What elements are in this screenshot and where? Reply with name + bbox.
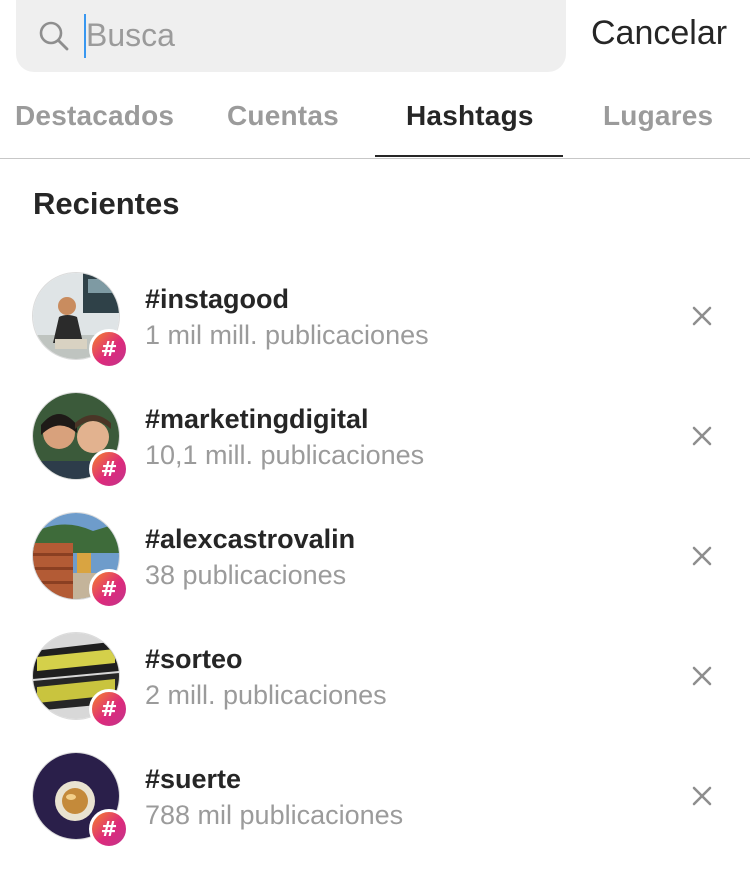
list-item[interactable]: # #instagood 1 mil mill. publicaciones	[0, 272, 750, 392]
search-input[interactable]	[86, 10, 546, 60]
hashtag-badge-icon: #	[89, 569, 129, 609]
hashtag-name: #marketingdigital	[145, 404, 369, 434]
hashtag-avatar: #	[32, 272, 129, 369]
search-box[interactable]	[16, 0, 566, 72]
hashtag-name: #instagood	[145, 284, 290, 314]
active-tab-indicator	[375, 155, 563, 157]
hashtag-badge-icon: #	[89, 689, 129, 729]
hashtag-avatar: #	[32, 632, 129, 729]
hashtag-post-count: 10,1 mill. publicaciones	[145, 440, 425, 470]
tab-lugares[interactable]: Lugares	[603, 100, 713, 132]
hashtag-avatar: #	[32, 512, 129, 609]
close-icon[interactable]	[688, 662, 716, 690]
tab-hashtags[interactable]: Hashtags	[406, 100, 534, 132]
list-item[interactable]: # #sorteo 2 mill. publicaciones	[0, 632, 750, 752]
hashtag-avatar: #	[32, 392, 129, 489]
list-item[interactable]: # #marketingdigital 10,1 mill. publicaci…	[0, 392, 750, 512]
close-icon[interactable]	[688, 542, 716, 570]
hashtag-badge-icon: #	[89, 329, 129, 369]
hashtag-name: #alexcastrovalin	[145, 524, 356, 554]
close-icon[interactable]	[688, 422, 716, 450]
hashtag-post-count: 788 mil publicaciones	[145, 800, 404, 830]
search-bar-row: Cancelar	[0, 0, 750, 72]
tab-cuentas[interactable]: Cuentas	[227, 100, 339, 132]
section-title-recientes: Recientes	[33, 186, 180, 221]
list-item[interactable]: # #suerte 788 mil publicaciones	[0, 752, 750, 872]
tab-destacados[interactable]: Destacados	[15, 100, 174, 132]
hashtag-name: #suerte	[145, 764, 242, 794]
cancel-button[interactable]: Cancelar	[591, 14, 727, 53]
hashtag-badge-icon: #	[89, 449, 129, 489]
close-icon[interactable]	[688, 782, 716, 810]
hashtag-name: #sorteo	[145, 644, 243, 674]
hashtag-post-count: 38 publicaciones	[145, 560, 347, 590]
tab-bar: Destacados Cuentas Hashtags Lugares	[0, 72, 750, 159]
hashtag-badge-icon: #	[89, 809, 129, 849]
close-icon[interactable]	[688, 302, 716, 330]
list-item[interactable]: # #alexcastrovalin 38 publicaciones	[0, 512, 750, 632]
hashtag-avatar: #	[32, 752, 129, 849]
hashtag-post-count: 2 mill. publicaciones	[145, 680, 387, 710]
search-icon	[39, 21, 69, 51]
hashtag-post-count: 1 mil mill. publicaciones	[145, 320, 429, 350]
